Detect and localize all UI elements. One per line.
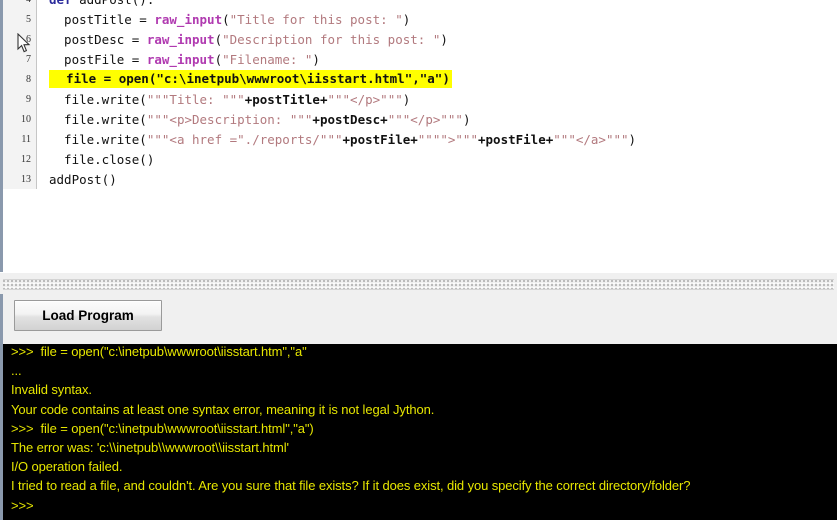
line-number: 9 bbox=[3, 89, 37, 109]
code-line[interactable]: addPost() bbox=[37, 169, 837, 189]
code-line[interactable]: postFile = raw_input("Filename: ") bbox=[37, 49, 837, 69]
code-token-str: """</p>""" bbox=[387, 111, 463, 127]
code-token-bold: +postDesc+ bbox=[312, 111, 388, 127]
code-token-fn: raw_input bbox=[154, 11, 223, 27]
code-lines-body: 4def addPost():5 postTitle = raw_input("… bbox=[3, 0, 837, 189]
code-token-bold: "c:\inetpub\wwwroot\iisstart.html","a" bbox=[156, 71, 443, 86]
code-editor-pane[interactable]: 4def addPost():5 postTitle = raw_input("… bbox=[0, 0, 837, 272]
code-line-row[interactable]: 12 file.close() bbox=[3, 149, 837, 169]
console-line: >>> bbox=[11, 497, 34, 513]
code-line-row[interactable]: 10 file.write("""<p>Description: """+pos… bbox=[3, 109, 837, 129]
code-line-row[interactable]: 13 addPost() bbox=[3, 169, 837, 189]
code-token-str: """</p>""" bbox=[327, 91, 403, 107]
code-line-text: file.write("""Title: """+postTitle+"""</… bbox=[49, 92, 410, 107]
code-line-row[interactable]: 11 file.write("""<a href ="./reports/"""… bbox=[3, 129, 837, 149]
line-number: 12 bbox=[3, 149, 37, 169]
line-number: 13 bbox=[3, 169, 37, 189]
code-token-bold: +postFile+ bbox=[478, 131, 554, 147]
code-token-bold: file = open( bbox=[51, 71, 157, 86]
code-token-kw: def bbox=[49, 0, 72, 7]
code-token-str: "Title for this post: " bbox=[229, 11, 403, 27]
console-line: I/O operation failed. bbox=[11, 459, 123, 475]
jython-environment-window: 4def addPost():5 postTitle = raw_input("… bbox=[0, 0, 837, 520]
code-line[interactable]: def addPost(): bbox=[37, 0, 837, 9]
code-token-plain: file.write( bbox=[49, 91, 147, 107]
code-line-text: file.close() bbox=[49, 152, 154, 167]
code-token-plain: ) bbox=[312, 51, 320, 67]
console-line: I tried to read a file, and couldn't. Ar… bbox=[11, 478, 691, 494]
code-token-plain: postDesc = bbox=[49, 31, 147, 47]
code-line[interactable]: file.write("""<a href ="./reports/"""+po… bbox=[37, 129, 837, 149]
line-number: 6 bbox=[3, 29, 37, 49]
pane-splitter[interactable] bbox=[0, 272, 837, 295]
code-token-str: """</a>""" bbox=[553, 131, 629, 147]
code-editor-scroll-area[interactable]: 4def addPost():5 postTitle = raw_input("… bbox=[3, 0, 837, 272]
code-line-row[interactable]: 5 postTitle = raw_input("Title for this … bbox=[3, 9, 837, 29]
console-output-pane[interactable]: >>> file = open("c:\inetpub\wwwroot\iiss… bbox=[0, 344, 837, 520]
code-line-text: postFile = raw_input("Filename: ") bbox=[49, 52, 320, 67]
line-number: 7 bbox=[3, 49, 37, 69]
line-number: 11 bbox=[3, 129, 37, 149]
console-line: Invalid syntax. bbox=[11, 382, 92, 398]
line-number: 4 bbox=[3, 0, 37, 9]
code-token-plain: file.close() bbox=[49, 151, 155, 167]
code-token-plain: ) bbox=[402, 11, 411, 27]
code-line-text: file.write("""<a href ="./reports/"""+po… bbox=[49, 132, 636, 147]
code-token-plain: addPost() bbox=[49, 171, 117, 187]
code-line-highlighted[interactable]: file = open("c:\inetpub\wwwroot\iisstart… bbox=[37, 69, 837, 89]
code-token-plain: postFile = bbox=[49, 51, 147, 67]
code-token-bold: ) bbox=[442, 71, 450, 86]
code-token-plain: ( bbox=[214, 51, 223, 67]
code-token-str: "Filename: " bbox=[222, 51, 313, 67]
code-token-str: """">""" bbox=[417, 131, 478, 147]
console-lines: >>> file = open("c:\inetpub\wwwroot\iiss… bbox=[11, 344, 837, 515]
code-line[interactable]: postTitle = raw_input("Title for this po… bbox=[37, 9, 837, 29]
code-line-text: addPost() bbox=[49, 172, 117, 187]
code-line-row[interactable]: 4 def addPost(): bbox=[3, 0, 837, 9]
code-lines-table: 4def addPost():5 postTitle = raw_input("… bbox=[3, 0, 837, 189]
code-line-row[interactable]: 7 postFile = raw_input("Filename: ") bbox=[3, 49, 837, 69]
code-line-row[interactable]: 8 file = open("c:\inetpub\wwwroot\iissta… bbox=[3, 69, 837, 89]
code-token-plain: ) bbox=[440, 31, 448, 47]
code-line-text: file.write("""<p>Description: """+postDe… bbox=[49, 112, 470, 127]
code-line[interactable]: file.write("""Title: """+postTitle+"""</… bbox=[37, 89, 837, 109]
code-token-str: """<a href ="./reports/""" bbox=[146, 131, 343, 147]
code-line[interactable]: postDesc = raw_input("Description for th… bbox=[37, 29, 837, 49]
code-token-fn: raw_input bbox=[146, 31, 215, 47]
console-line: The error was: 'c:\\inetpub\\wwwroot\\ii… bbox=[11, 440, 289, 456]
code-token-plain: ) bbox=[462, 111, 471, 127]
code-line-row[interactable]: 9 file.write("""Title: """+postTitle+"""… bbox=[3, 89, 837, 109]
console-line: Your code contains at least one syntax e… bbox=[11, 401, 435, 417]
load-program-button[interactable]: Load Program bbox=[14, 300, 162, 331]
code-token-plain: ( bbox=[214, 31, 223, 47]
console-line: ... bbox=[11, 363, 22, 379]
code-line[interactable]: file.close() bbox=[37, 149, 837, 169]
code-token-fn: raw_input bbox=[146, 51, 215, 67]
console-line: >>> file = open("c:\inetpub\wwwroot\iiss… bbox=[11, 344, 307, 359]
code-token-plain: file.write( bbox=[49, 131, 147, 147]
code-token-plain: addPost(): bbox=[72, 0, 154, 7]
code-line[interactable]: file.write("""<p>Description: """+postDe… bbox=[37, 109, 837, 129]
code-token-bold: +postFile+ bbox=[342, 131, 418, 147]
line-number: 5 bbox=[3, 9, 37, 29]
code-line-text: file = open("c:\inetpub\wwwroot\iisstart… bbox=[49, 70, 452, 88]
code-token-str: """Title: """ bbox=[146, 91, 245, 107]
code-token-plain: file.write( bbox=[49, 111, 147, 127]
code-line-text: def addPost(): bbox=[49, 0, 154, 7]
code-token-str: """<p>Description: """ bbox=[146, 111, 313, 127]
line-number: 10 bbox=[3, 109, 37, 129]
splitter-grip-icon[interactable] bbox=[3, 279, 834, 290]
code-token-plain: ) bbox=[402, 91, 411, 107]
console-line: >>> file = open("c:\inetpub\wwwroot\iiss… bbox=[11, 420, 314, 436]
code-line-row[interactable]: 6 postDesc = raw_input("Description for … bbox=[3, 29, 837, 49]
code-line-text: postDesc = raw_input("Description for th… bbox=[49, 32, 448, 47]
code-token-str: "Description for this post: " bbox=[222, 31, 441, 47]
code-line-text: postTitle = raw_input("Title for this po… bbox=[49, 12, 410, 27]
code-token-bold: +postTitle+ bbox=[244, 91, 328, 107]
editor-toolbar: Load Program bbox=[0, 294, 837, 344]
code-token-plain: ) bbox=[628, 131, 637, 147]
code-token-plain: postTitle = bbox=[49, 11, 155, 27]
line-number: 8 bbox=[3, 69, 37, 89]
code-token-plain: ( bbox=[222, 11, 230, 27]
